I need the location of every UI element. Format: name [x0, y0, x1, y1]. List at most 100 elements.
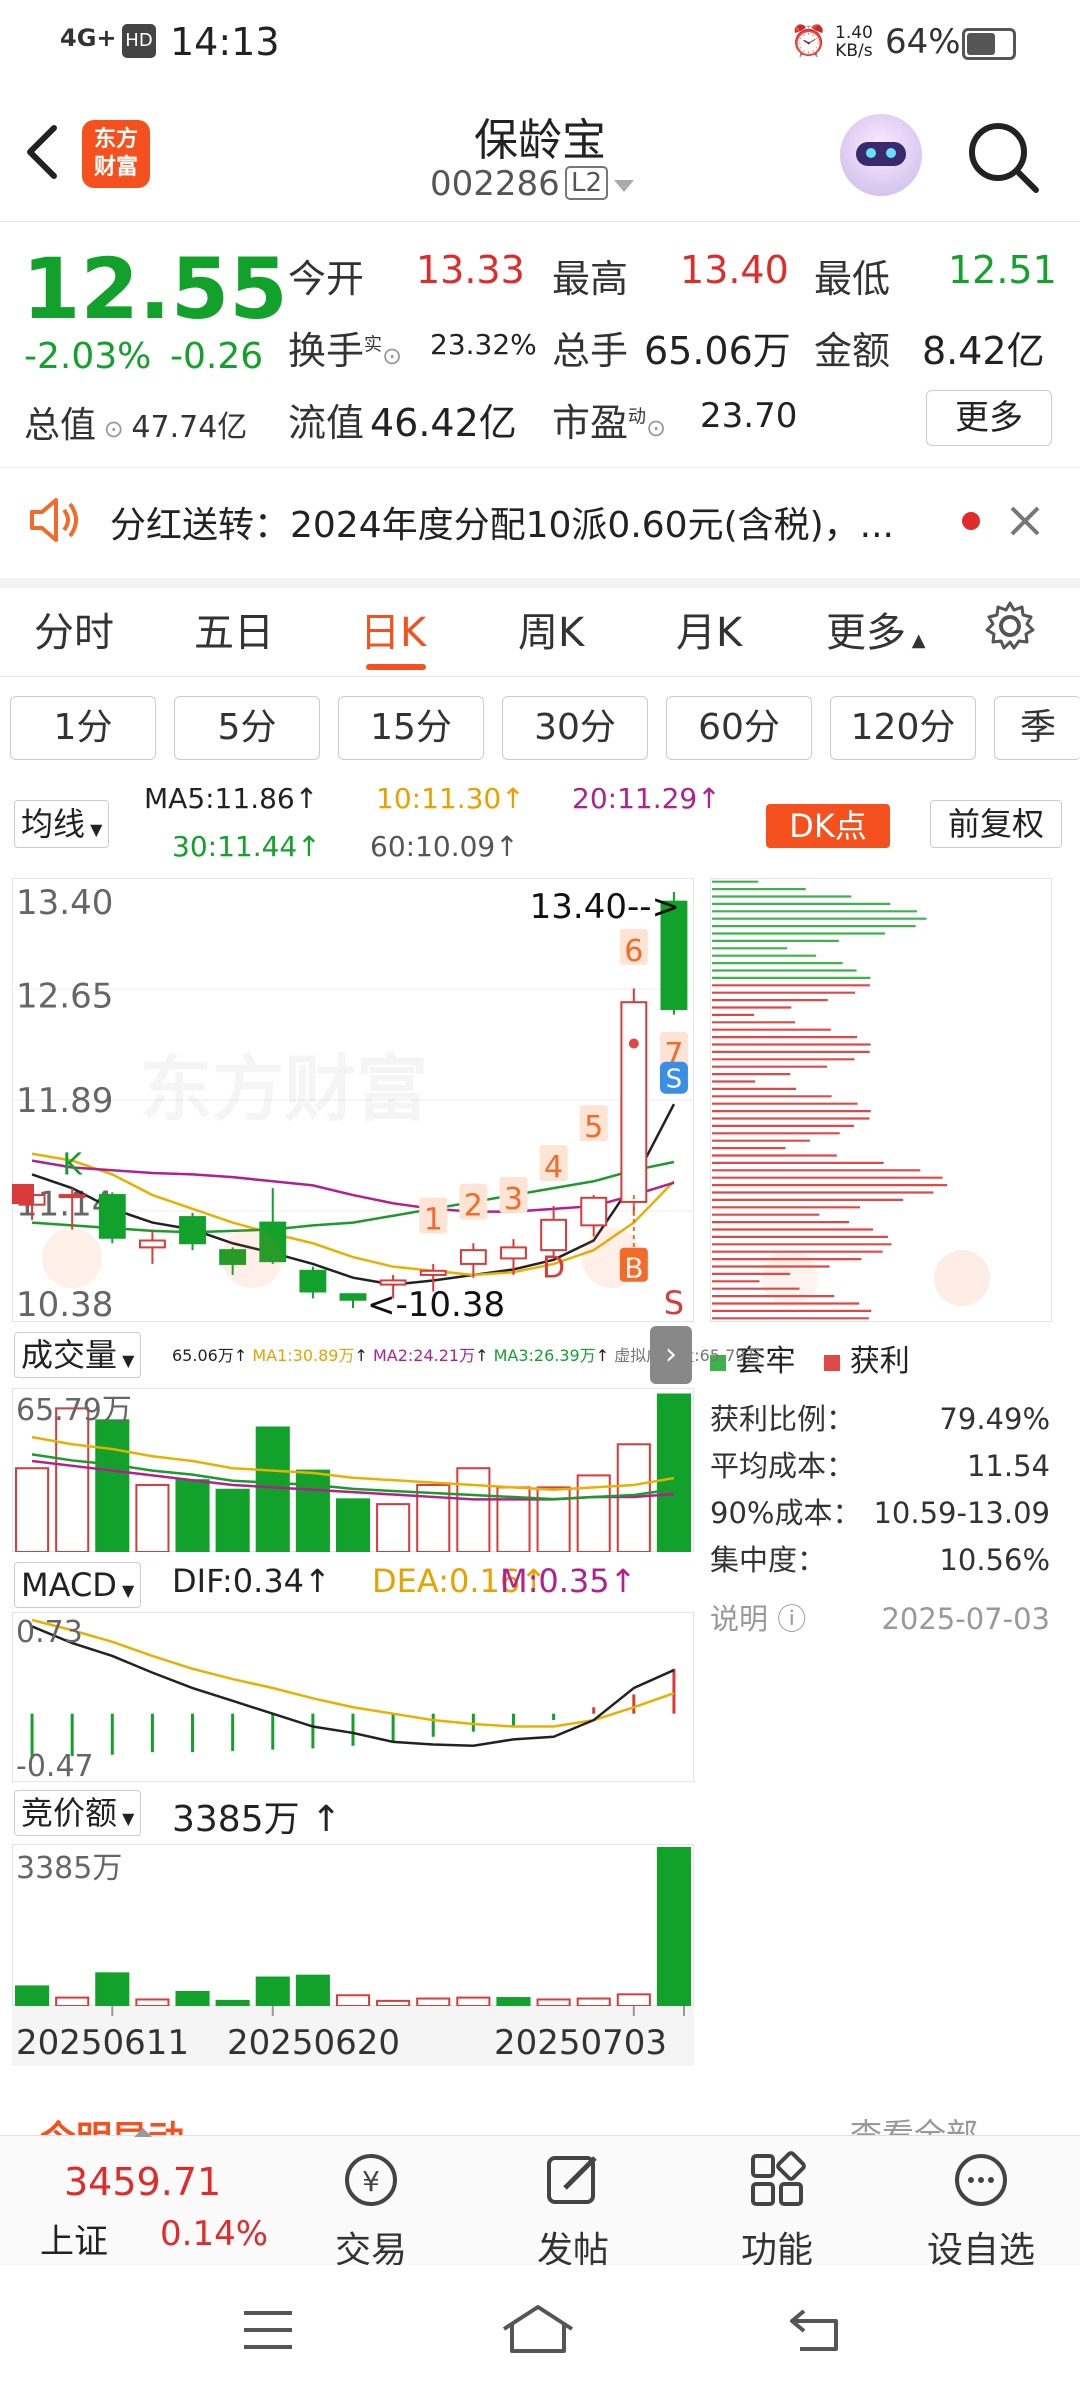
candle-body [98, 1194, 126, 1239]
volume-bar [295, 1469, 330, 1552]
macd-selector[interactable]: MACD ▼ [14, 1562, 142, 1608]
ma10-value: 10:11.30↑ [376, 782, 525, 815]
auction-bar [376, 1999, 411, 2008]
menu-icon[interactable] [240, 2305, 296, 2355]
open-label: 今开 [288, 257, 365, 301]
chart-tabs: 分时 五日 日K 周K 月K 更多 ▲ [0, 578, 1080, 677]
sell-marker: S [666, 1065, 683, 1095]
auction-bar [456, 1996, 491, 2007]
low-value: 12.51 [948, 248, 1057, 292]
up-arrow-icon [134, 2128, 152, 2137]
volume-bar [536, 1486, 571, 1552]
period-1min[interactable]: 1分 [10, 696, 156, 760]
nav-trade[interactable]: ¥ 交易 [306, 2148, 436, 2273]
chip-frame [710, 878, 1052, 1322]
more-button[interactable]: 更多 [926, 390, 1052, 446]
price-axis-label: 12.65 [16, 976, 113, 1016]
chip-note[interactable]: 说明 ⓘ [710, 1596, 806, 1643]
auction-selector[interactable]: 竞价额 ▼ [14, 1790, 142, 1836]
auction-bar [255, 1976, 290, 2008]
expand-arrow-icon[interactable]: › [650, 1326, 692, 1384]
float-value: 46.42亿 [370, 401, 517, 445]
macd-m: M:0.35↑ [500, 1562, 637, 1600]
date-label: 20250620 [227, 2023, 400, 2063]
period-15min[interactable]: 15分 [338, 696, 484, 760]
amount-value: 8.42亿 [922, 329, 1045, 373]
robot-assistant-icon[interactable] [840, 114, 922, 196]
auction-bar [536, 1998, 571, 2007]
auction-bar [135, 1998, 170, 2007]
period-5min[interactable]: 5分 [174, 696, 320, 760]
signal-dot [628, 1038, 639, 1049]
macd-bottom-label: -0.47 [16, 1749, 94, 1782]
index-name: 上证 [40, 2222, 108, 2262]
candle-body [540, 1218, 568, 1252]
auction-bar [95, 1972, 130, 2008]
auction-chart: 3385万 20250611 20250620 20250703 [12, 1844, 694, 2066]
period-60min[interactable]: 60分 [666, 696, 812, 760]
price-axis-label: 10.38 [16, 1285, 113, 1322]
quote-panel: 12.55 -2.03% -0.26 总值 ⊙ 47.74亿 今开 13.33 … [0, 222, 1080, 468]
tab-more[interactable]: 更多 ▲ [826, 600, 926, 658]
period-quarter[interactable]: 季 [994, 696, 1080, 760]
stock-code[interactable]: 002286 [430, 164, 560, 204]
period-120min[interactable]: 120分 [830, 696, 976, 760]
signal-marker: K [62, 1147, 83, 1182]
back-nav-icon[interactable] [786, 2303, 846, 2355]
level-badge: L2 [565, 166, 609, 200]
period-30min[interactable]: 30分 [502, 696, 648, 760]
watermark: 东方财富 [140, 1030, 428, 1135]
auction-bar [335, 1994, 371, 2008]
notice-bar[interactable]: 分红送转：2024年度分配10派0.60元(含税)，... [0, 468, 1080, 588]
ma-selector[interactable]: 均线 ▼ [14, 800, 110, 848]
high-value: 13.40 [680, 248, 789, 292]
svg-text:¥: ¥ [362, 2165, 380, 2198]
market-cap[interactable]: 总值 ⊙ 47.74亿 [24, 396, 247, 448]
nav-add-watchlist[interactable]: 设自选 [916, 2148, 1046, 2273]
index-change: 0.14% [160, 2214, 269, 2254]
candle-body [339, 1293, 367, 1301]
pe-label[interactable]: 市盈动⊙ [552, 392, 666, 447]
adjust-mode-button[interactable]: 前复权 [930, 800, 1062, 848]
tab-daily-k[interactable]: 日K [360, 600, 426, 658]
turnover-label[interactable]: 换手实⊙ [288, 320, 402, 375]
tab-weekly-k[interactable]: 周K [518, 600, 584, 658]
signal-marker: 5 [584, 1110, 603, 1145]
index-value[interactable]: 3459.71 [64, 2160, 221, 2204]
sell-marker: S [664, 1284, 684, 1322]
tab-timeshare[interactable]: 分时 [34, 600, 114, 658]
auction-max-label: 3385万 [16, 1851, 122, 1886]
chart-nav-icon [42, 1228, 102, 1288]
low-price-marker: <-10.38 [367, 1285, 505, 1322]
notice-text: 分红送转：2024年度分配10派0.60元(含税)，... [110, 505, 895, 546]
settings-icon[interactable] [984, 600, 1036, 652]
edit-icon [547, 2156, 597, 2204]
signal-marker: 4 [544, 1150, 563, 1185]
home-icon[interactable] [500, 2301, 576, 2357]
float-label: 流值 [288, 401, 365, 445]
auction-bar [15, 1985, 50, 2007]
volume-selector[interactable]: 成交量 ▼ [14, 1332, 142, 1378]
active-tab-indicator [366, 664, 426, 670]
nav-post[interactable]: 发帖 [508, 2148, 638, 2273]
grid-icon [751, 2151, 806, 2206]
volume-chart: 65.79万 [12, 1388, 694, 1552]
price-axis-label: 11.89 [16, 1081, 113, 1121]
dropdown-icon[interactable] [612, 178, 636, 194]
close-icon[interactable] [1008, 504, 1042, 538]
dk-point-button[interactable]: DK点 [766, 804, 890, 848]
battery-percent: 64% [885, 22, 961, 62]
volume-bar [255, 1426, 290, 1552]
tab-monthly-k[interactable]: 月K [676, 600, 742, 658]
auction-bar [215, 1999, 250, 2008]
volume-bar [135, 1483, 170, 1552]
pe-value: 23.70 [700, 396, 798, 436]
chip-distribution-chart[interactable] [710, 878, 1052, 1322]
volume-bar [215, 1488, 250, 1552]
search-icon[interactable] [966, 120, 1040, 194]
nav-functions[interactable]: 功能 [712, 2148, 842, 2273]
high-price-marker: 13.40--> [530, 887, 680, 927]
more-dots-icon [955, 2154, 1007, 2206]
ma60-value: 60:10.09↑ [370, 830, 519, 863]
tab-five-day[interactable]: 五日 [194, 600, 274, 658]
